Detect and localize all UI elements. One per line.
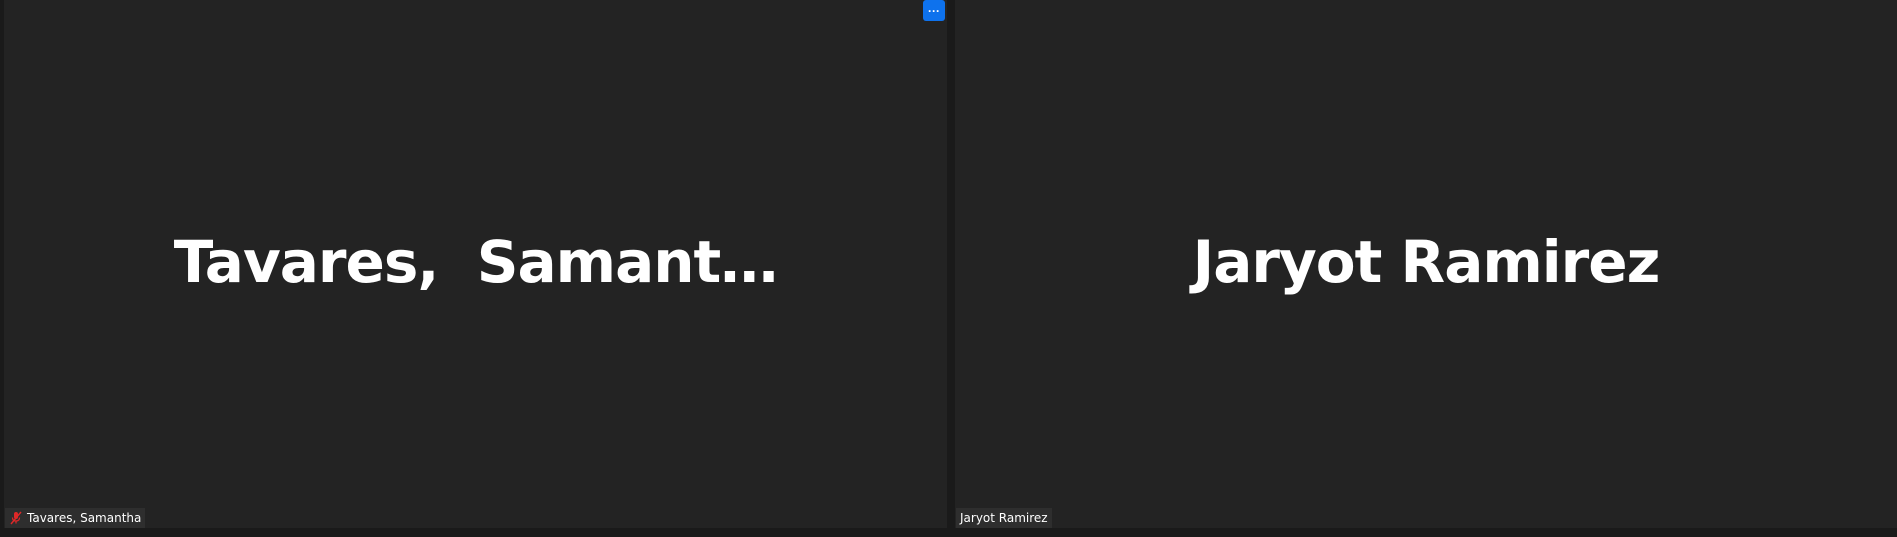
participant-label: Tavares, Samantha (27, 511, 142, 525)
participant-tile-tavares[interactable]: Tavares, Samant… ··· Tavares, Samantha (4, 0, 947, 528)
more-icon: ··· (928, 3, 940, 18)
participant-display-name: Jaryot Ramirez (1192, 228, 1661, 296)
participant-display-name: Tavares, Samant… (173, 228, 779, 296)
participant-name-tag: Jaryot Ramirez (956, 508, 1052, 528)
mic-muted-icon (9, 511, 23, 525)
participant-tile-ramirez[interactable]: Jaryot Ramirez Jaryot Ramirez (955, 0, 1897, 528)
participant-label: Jaryot Ramirez (960, 511, 1048, 525)
more-options-button[interactable]: ··· (923, 0, 945, 21)
participant-name-tag: Tavares, Samantha (5, 508, 146, 528)
gallery-view: Tavares, Samant… ··· Tavares, Samantha J… (0, 0, 1897, 537)
